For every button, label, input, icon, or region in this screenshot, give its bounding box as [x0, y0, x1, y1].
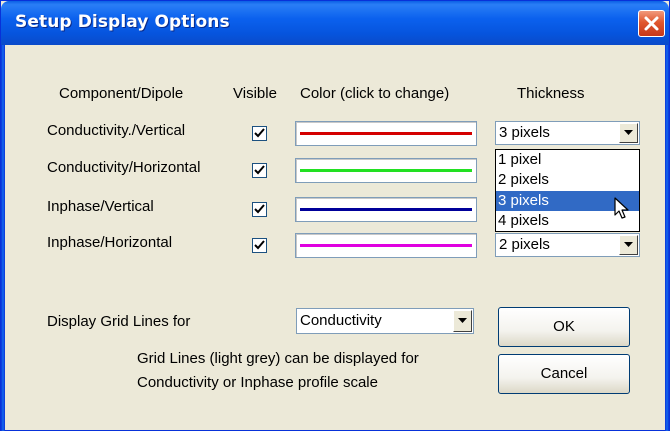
close-button[interactable]	[638, 10, 665, 37]
grid-lines-select[interactable]: Conductivity	[296, 308, 474, 334]
thickness-value: 2 pixels	[499, 236, 550, 253]
mouse-pointer-icon	[614, 197, 629, 219]
dropdown-option-1-pixel[interactable]: 1 pixel	[496, 150, 639, 170]
thickness-select-conductivity-vertical[interactable]: 3 pixels	[495, 121, 640, 145]
visible-checkbox-conductivity-vertical[interactable]	[252, 126, 267, 141]
header-component: Component/Dipole	[59, 85, 184, 102]
row-label-conductivity-horizontal: Conductivity/Horizontal	[47, 159, 201, 176]
setup-display-options-dialog: Setup Display Options Component/Dipole V…	[0, 0, 670, 431]
grid-lines-label: Display Grid Lines for	[47, 313, 191, 330]
header-thickness: Thickness	[517, 85, 585, 102]
color-button-inphase-horizontal[interactable]	[295, 233, 477, 258]
header-visible: Visible	[233, 85, 277, 102]
chevron-down-icon	[458, 318, 467, 323]
close-icon	[644, 16, 659, 31]
dropdown-arrow-button[interactable]	[619, 123, 638, 143]
chevron-down-icon	[624, 242, 633, 247]
checkmark-icon	[254, 204, 265, 214]
visible-checkbox-conductivity-horizontal[interactable]	[252, 163, 267, 178]
thickness-value: 3 pixels	[499, 124, 550, 141]
title-bar[interactable]: Setup Display Options	[1, 1, 669, 45]
window-border-right	[665, 45, 669, 431]
grid-note-line-1: Grid Lines (light grey) can be displayed…	[137, 350, 419, 367]
thickness-select-inphase-horizontal[interactable]: 2 pixels	[495, 233, 640, 257]
row-label-inphase-horizontal: Inphase/Horizontal	[47, 234, 173, 251]
dropdown-arrow-button[interactable]	[619, 235, 638, 255]
color-swatch-line	[300, 132, 472, 135]
color-button-inphase-vertical[interactable]	[295, 197, 477, 222]
chevron-down-icon	[624, 130, 633, 135]
window-title: Setup Display Options	[15, 12, 230, 32]
row-label-conductivity-vertical: Conductivity./Vertical	[47, 122, 186, 139]
color-swatch-line	[300, 169, 472, 172]
visible-checkbox-inphase-horizontal[interactable]	[252, 238, 267, 253]
grid-note-line-2: Conductivity or Inphase profile scale	[137, 374, 378, 391]
checkmark-icon	[254, 128, 265, 138]
grid-lines-value: Conductivity	[300, 312, 382, 329]
row-label-inphase-vertical: Inphase/Vertical	[47, 198, 154, 215]
color-swatch-line	[300, 244, 472, 247]
cancel-button[interactable]: Cancel	[498, 354, 630, 394]
visible-checkbox-inphase-vertical[interactable]	[252, 202, 267, 217]
color-swatch-line	[300, 208, 472, 211]
color-button-conductivity-horizontal[interactable]	[295, 158, 477, 183]
dropdown-option-2-pixels[interactable]: 2 pixels	[496, 170, 639, 190]
checkmark-icon	[254, 165, 265, 175]
color-button-conductivity-vertical[interactable]	[295, 121, 477, 146]
header-color: Color (click to change)	[300, 85, 450, 102]
checkmark-icon	[254, 240, 265, 250]
ok-button[interactable]: OK	[498, 307, 630, 347]
dropdown-arrow-button[interactable]	[453, 310, 472, 332]
window-border-left	[1, 45, 5, 431]
